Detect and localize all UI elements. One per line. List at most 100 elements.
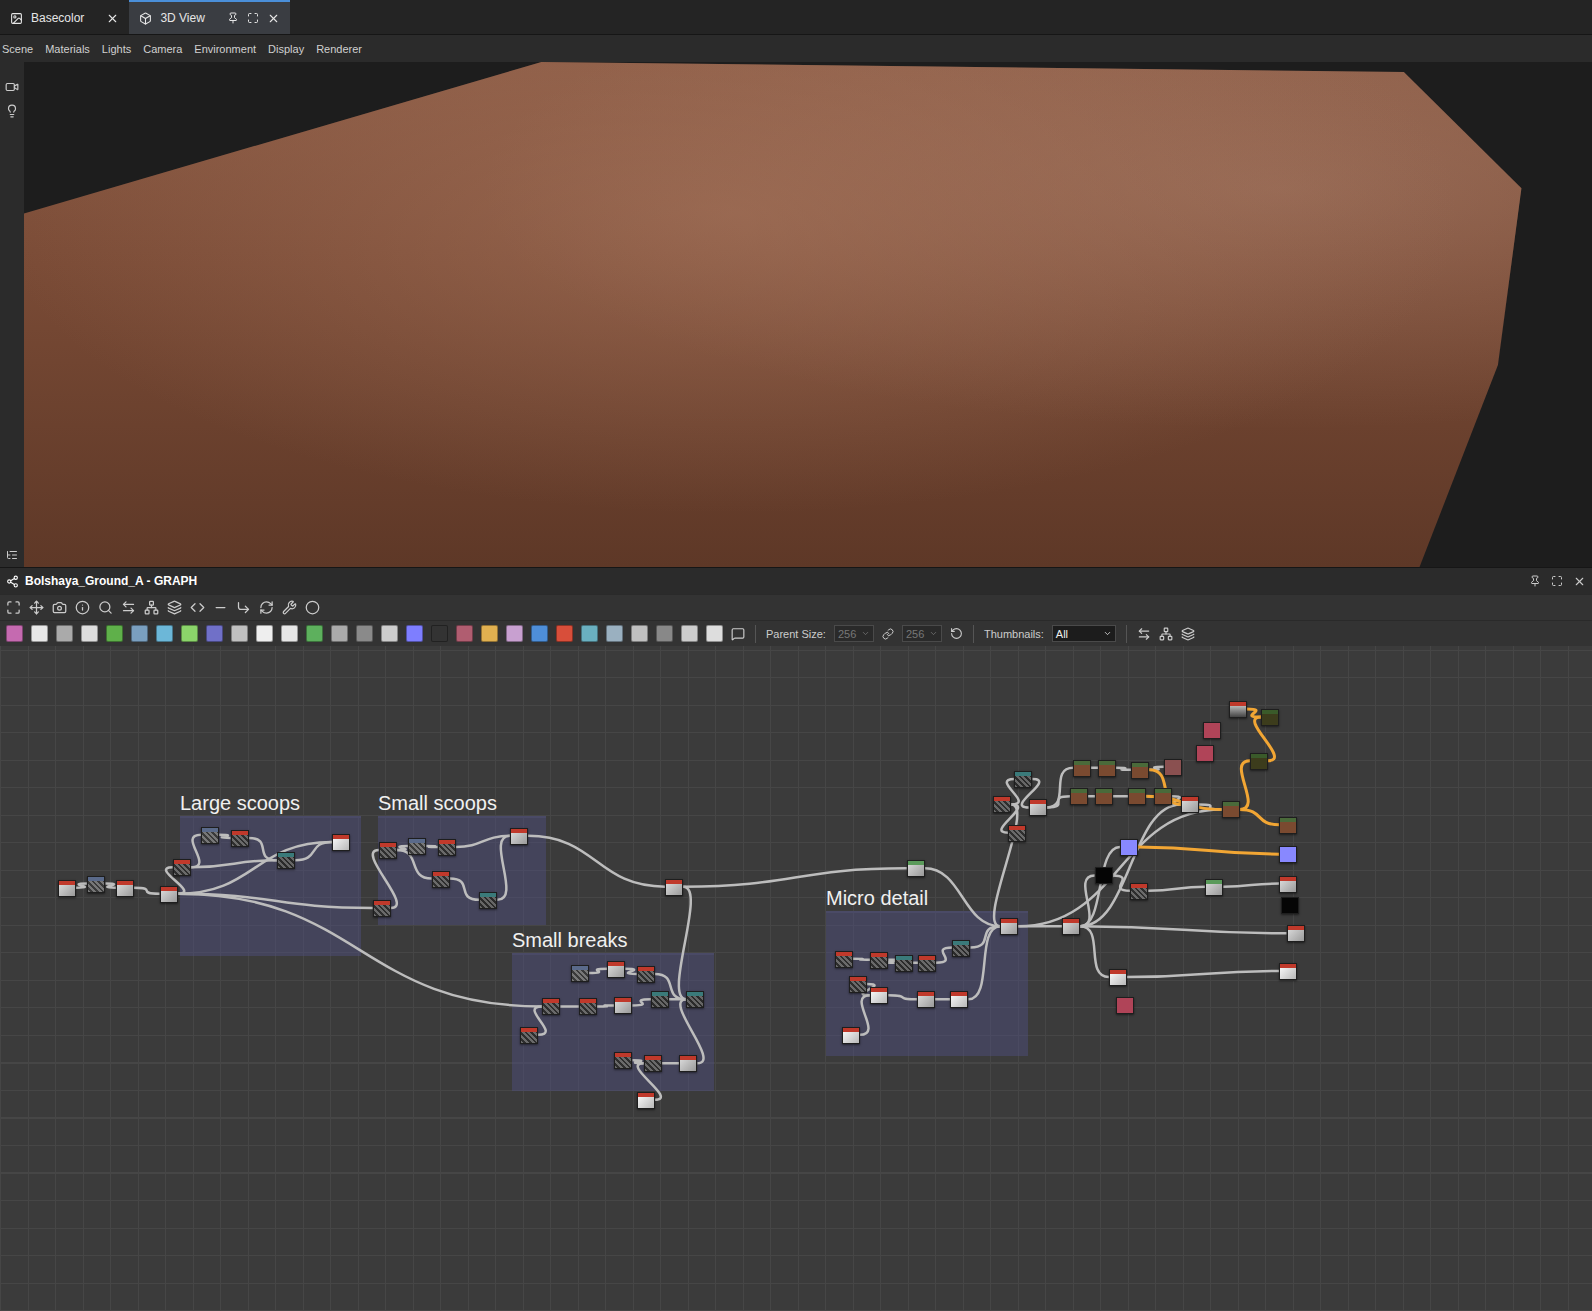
menu-item[interactable]: Display: [268, 43, 304, 55]
graph-node[interactable]: [1095, 788, 1113, 805]
graph-node[interactable]: [651, 991, 669, 1008]
pin-icon[interactable]: [227, 12, 239, 24]
graph-edge[interactable]: [968, 926, 1000, 999]
snap-icon[interactable]: [1181, 627, 1195, 641]
graph-node[interactable]: [1164, 759, 1182, 776]
graph-edge[interactable]: [1047, 796, 1071, 807]
graph-edge[interactable]: [134, 888, 160, 894]
graph-edge[interactable]: [589, 969, 608, 973]
display-icon[interactable]: [305, 600, 320, 615]
graph-node[interactable]: [520, 1027, 538, 1044]
maximize-icon[interactable]: [247, 12, 259, 24]
graph-node[interactable]: [1120, 839, 1138, 856]
node-type-icon[interactable]: [631, 625, 648, 642]
graph-node[interactable]: [1000, 918, 1018, 935]
node-type-icon[interactable]: [581, 625, 598, 642]
graph-node[interactable]: [1109, 969, 1127, 986]
graph-node[interactable]: [432, 871, 450, 888]
graph-node[interactable]: [1261, 709, 1279, 726]
graph-node[interactable]: [479, 892, 497, 909]
layers-icon[interactable]: [167, 600, 182, 615]
camera-icon[interactable]: [5, 80, 19, 94]
node-type-icon[interactable]: [106, 625, 123, 642]
node-type-icon[interactable]: [56, 625, 73, 642]
graph-node[interactable]: [1154, 788, 1172, 805]
route-icon[interactable]: [236, 600, 251, 615]
graph-node[interactable]: [1279, 846, 1297, 863]
node-type-icon[interactable]: [506, 625, 523, 642]
graph-edge[interactable]: [683, 868, 907, 886]
graph-node[interactable]: [1279, 876, 1297, 893]
graph-edge[interactable]: [1080, 847, 1120, 926]
node-type-icon[interactable]: [131, 625, 148, 642]
graph-edge[interactable]: [219, 835, 230, 838]
graph-node[interactable]: [1279, 963, 1297, 980]
parent-width-select[interactable]: 256: [834, 625, 874, 642]
graph-edge[interactable]: [1148, 887, 1205, 891]
node-type-icon[interactable]: [81, 625, 98, 642]
graph-edge[interactable]: [680, 999, 703, 1063]
graph-edge[interactable]: [450, 879, 480, 900]
graph-edge[interactable]: [860, 995, 870, 1035]
graph-edge[interactable]: [1080, 926, 1286, 933]
graph-node[interactable]: [87, 876, 105, 893]
graph-node[interactable]: [1250, 753, 1268, 770]
graph-node[interactable]: [607, 961, 625, 978]
node-type-icon[interactable]: [606, 625, 623, 642]
graph-edge[interactable]: [1116, 768, 1132, 770]
node-type-icon[interactable]: [456, 625, 473, 642]
node-type-icon[interactable]: [31, 625, 48, 642]
graph-node[interactable]: [835, 951, 853, 968]
graph-edge[interactable]: [936, 948, 953, 963]
close-icon[interactable]: [106, 12, 119, 25]
menu-item[interactable]: Lights: [102, 43, 131, 55]
maximize-icon[interactable]: [1551, 575, 1563, 587]
graph-node[interactable]: [870, 952, 888, 969]
node-type-icon[interactable]: [306, 625, 323, 642]
graph-node[interactable]: [160, 886, 178, 903]
graph-node[interactable]: [1095, 867, 1113, 884]
graph-node[interactable]: [571, 965, 589, 982]
graph-edge[interactable]: [625, 969, 636, 974]
graph-node[interactable]: [644, 1055, 662, 1072]
graph-node[interactable]: [332, 834, 350, 851]
graph-frame[interactable]: Large scoops: [180, 792, 361, 956]
graph-edge[interactable]: [970, 926, 1000, 947]
graph-node[interactable]: [1014, 771, 1032, 788]
graph-node[interactable]: [665, 879, 683, 896]
reset-icon[interactable]: [950, 627, 963, 640]
graph-edge[interactable]: [1113, 795, 1129, 798]
node-type-icon[interactable]: [231, 625, 248, 642]
graph-node[interactable]: [1279, 817, 1297, 834]
pan-icon[interactable]: [29, 600, 44, 615]
graph-edge[interactable]: [560, 1005, 579, 1008]
graph-node[interactable]: [201, 827, 219, 844]
graph-edge[interactable]: [191, 835, 201, 867]
node-type-icon[interactable]: [431, 625, 448, 642]
tab[interactable]: Basecolor: [0, 0, 129, 34]
graph-node[interactable]: [952, 940, 970, 957]
link-icon[interactable]: [882, 628, 894, 640]
graph-edge[interactable]: [935, 998, 951, 1001]
comment-icon[interactable]: [731, 627, 745, 641]
align-horizontal-icon[interactable]: [1137, 627, 1151, 641]
tools-icon[interactable]: [282, 600, 297, 615]
graph-node[interactable]: [637, 1092, 655, 1109]
node-type-icon[interactable]: [706, 625, 723, 642]
graph-node[interactable]: [510, 828, 528, 845]
node-type-icon[interactable]: [156, 625, 173, 642]
node-type-icon[interactable]: [256, 625, 273, 642]
graph-node[interactable]: [895, 955, 913, 972]
graph-node[interactable]: [116, 880, 134, 897]
graph-edge[interactable]: [1240, 761, 1250, 810]
graph-node[interactable]: [1073, 760, 1091, 777]
graph-edge[interactable]: [1223, 884, 1279, 887]
graph-node[interactable]: [918, 955, 936, 972]
menu-item[interactable]: Scene: [2, 43, 33, 55]
graph-node[interactable]: [614, 997, 632, 1014]
graph-edge[interactable]: [679, 887, 691, 1000]
graph-node[interactable]: [907, 860, 925, 877]
menu-item[interactable]: Environment: [194, 43, 256, 55]
graph-edge[interactable]: [597, 1005, 615, 1006]
graph-edge[interactable]: [1018, 809, 1221, 926]
